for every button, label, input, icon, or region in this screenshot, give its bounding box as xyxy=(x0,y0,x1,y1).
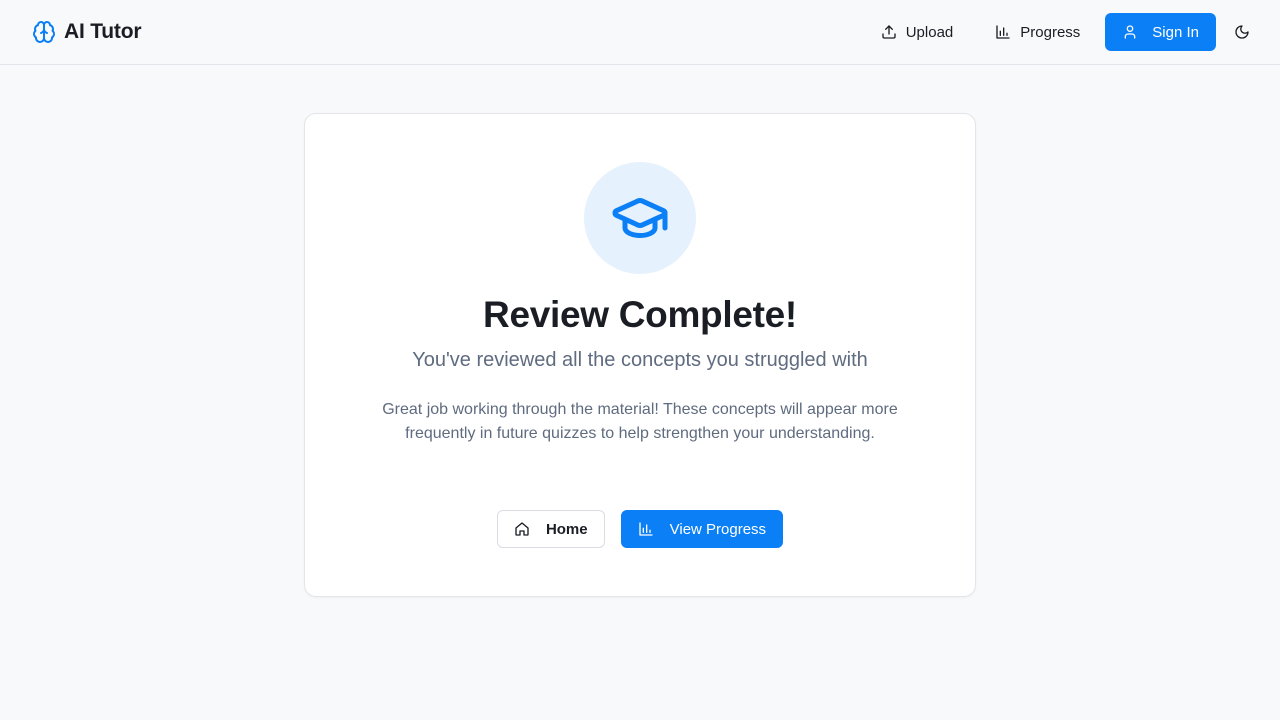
bar-chart-icon xyxy=(995,24,1011,40)
view-progress-label: View Progress xyxy=(669,520,767,538)
home-button[interactable]: Home xyxy=(496,510,605,548)
hero-icon-circle xyxy=(584,162,696,274)
progress-label: Progress xyxy=(1020,23,1081,41)
home-icon xyxy=(514,521,530,537)
progress-link[interactable]: Progress xyxy=(979,13,1096,51)
brain-icon xyxy=(32,20,56,44)
upload-link[interactable]: Upload xyxy=(865,13,970,51)
bar-chart-icon xyxy=(638,521,654,537)
header-nav: Upload Progress Sign In xyxy=(865,13,1249,51)
top-navigation-bar: AI Tutor Upload Progress Sign In xyxy=(0,0,1280,65)
upload-label: Upload xyxy=(905,23,954,41)
brand[interactable]: AI Tutor xyxy=(32,20,142,44)
completion-message: Great job working through the material! … xyxy=(382,401,898,442)
action-buttons: Home View Progress xyxy=(305,510,975,548)
view-progress-button[interactable]: View Progress xyxy=(620,510,784,548)
home-label: Home xyxy=(545,520,588,538)
sign-in-label: Sign In xyxy=(1152,23,1199,41)
sign-in-button[interactable]: Sign In xyxy=(1105,13,1216,51)
app-name: AI Tutor xyxy=(64,20,142,43)
graduation-cap-icon xyxy=(610,188,670,248)
review-complete-card: Review Complete! You've reviewed all the… xyxy=(304,113,976,597)
moon-icon xyxy=(1234,24,1250,40)
theme-toggle-button[interactable] xyxy=(1224,14,1260,50)
user-icon xyxy=(1122,24,1138,40)
page-title: Review Complete! xyxy=(483,294,797,335)
page-subtitle: You've reviewed all the concepts you str… xyxy=(412,349,868,371)
upload-icon xyxy=(881,24,897,40)
